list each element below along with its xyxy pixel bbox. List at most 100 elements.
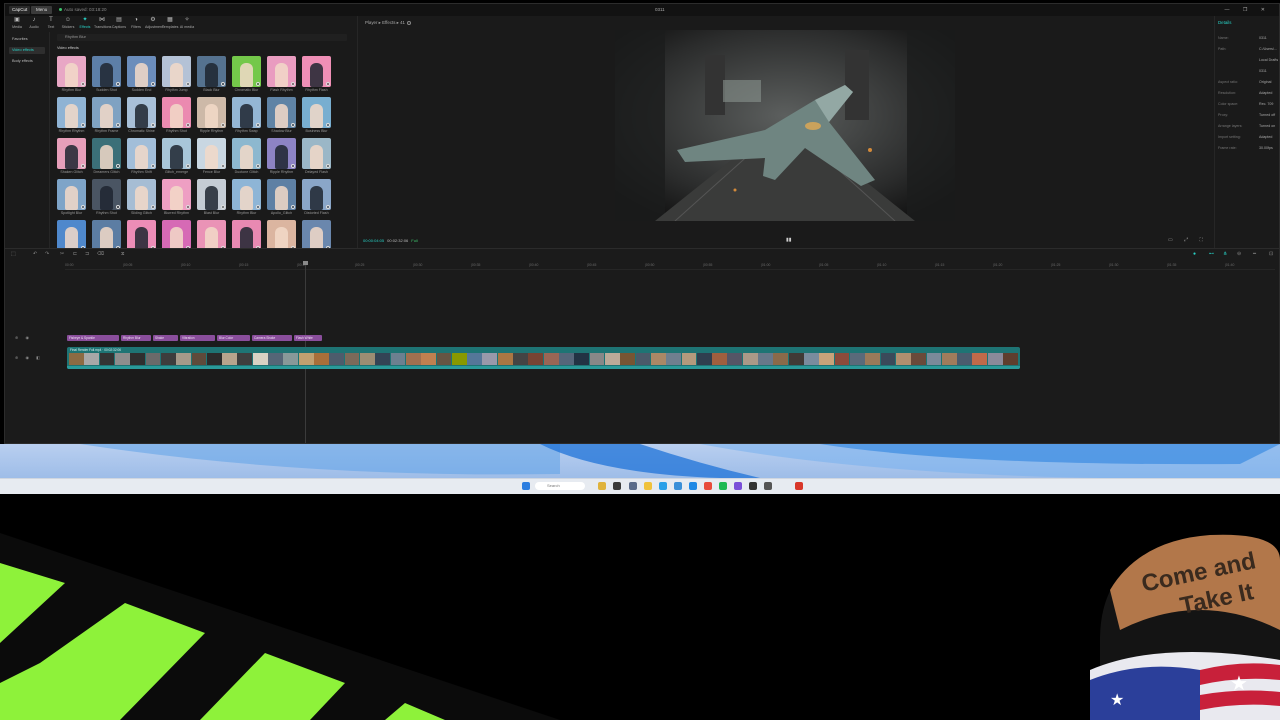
download-icon[interactable] [151, 123, 155, 127]
effect-thumbnail[interactable]: Rhythm Blur [232, 220, 261, 248]
capcut-taskbar-icon[interactable] [613, 482, 621, 490]
start-icon[interactable] [522, 482, 530, 490]
effect-thumbnail[interactable]: Delayed Flash [302, 138, 331, 178]
effect-thumbnail[interactable]: Rhythm Swap [232, 97, 261, 137]
video-track-controls[interactable]: ⊕ ◉ ◧ [15, 355, 43, 360]
effect-thumbnail[interactable]: Rhythm Jump [162, 56, 191, 96]
effect-thumbnail[interactable]: Ripple Rhythm [267, 220, 296, 248]
tool-adjustment[interactable]: ⚙ Adjustment [145, 17, 163, 31]
download-icon[interactable] [186, 164, 190, 168]
tool-filters[interactable]: ◑ Filters [128, 17, 144, 31]
tool-templates[interactable]: ▦ Templates [162, 17, 178, 31]
effect-thumbnail[interactable]: Blast Blur [197, 179, 226, 219]
timeline-ruler[interactable]: 00:00 |00:05 |00:10 |00:15 |00:20 |00:25 |00:3… [65, 263, 1275, 270]
download-icon[interactable] [291, 123, 295, 127]
discord-icon[interactable] [734, 482, 742, 490]
download-icon[interactable] [256, 164, 260, 168]
terminal-icon[interactable] [749, 482, 757, 490]
effect-thumbnail[interactable]: Rhythm Flash [302, 56, 331, 96]
effect-thumbnail[interactable]: Ripple Rhythm [197, 97, 226, 137]
download-icon[interactable] [81, 164, 85, 168]
effect-thumbnail[interactable]: Ripple Rhythm [267, 138, 296, 178]
effect-thumbnail[interactable]: Sudden End [127, 56, 156, 96]
download-icon[interactable] [81, 123, 85, 127]
chrome-icon[interactable] [704, 482, 712, 490]
download-icon[interactable] [326, 82, 330, 86]
effect-thumbnail[interactable]: Rhythm Blur [232, 179, 261, 219]
effect-thumbnail[interactable]: Shaken Glitch [57, 138, 86, 178]
effect-thumbnail[interactable]: Shadow Blur [267, 97, 296, 137]
pause-button[interactable]: ▮▮ [786, 237, 792, 243]
playhead-handle[interactable] [303, 261, 308, 265]
redo-icon[interactable]: ↷ [45, 251, 49, 257]
download-icon[interactable] [186, 205, 190, 209]
effect-thumbnail[interactable]: Rhythm Frame [92, 97, 121, 137]
category-favorites[interactable]: Favorites [9, 36, 45, 43]
effect-clip[interactable]: Camera Shake [252, 335, 292, 341]
effect-thumbnail[interactable]: Shadow Blur [302, 220, 331, 248]
download-icon[interactable] [116, 82, 120, 86]
effect-thumbnail[interactable]: Glitch_emerge [162, 138, 191, 178]
effect-thumbnail[interactable]: Rhythm Flash [162, 220, 191, 248]
effect-thumbnail[interactable]: Flash Rhythm [267, 56, 296, 96]
download-icon[interactable] [151, 205, 155, 209]
download-icon[interactable] [326, 123, 330, 127]
effect-clip[interactable]: Blur Color [217, 335, 250, 341]
download-icon[interactable] [221, 123, 225, 127]
effect-thumbnail[interactable]: Rhythm Shot [92, 179, 121, 219]
effect-clip[interactable]: Shake [153, 335, 178, 341]
effect-thumbnail[interactable]: Rhythm Rhythm [57, 97, 86, 137]
effect-thumbnail[interactable]: Fence Blur [197, 138, 226, 178]
effect-thumbnail[interactable]: Sudden End [92, 220, 121, 248]
effect-track-controls[interactable]: ⊕ ◉ [15, 335, 32, 340]
download-icon[interactable] [186, 82, 190, 86]
download-icon[interactable] [221, 82, 225, 86]
split-icon[interactable]: ✂ [60, 251, 64, 257]
effect-thumbnail[interactable]: Distorted Flash [302, 179, 331, 219]
effect-thumbnail[interactable]: Duotone Glitch [232, 138, 261, 178]
menu-button[interactable]: Menu [31, 6, 53, 14]
download-icon[interactable] [221, 164, 225, 168]
taskbar-search[interactable]: Search [535, 482, 585, 490]
download-icon[interactable] [326, 164, 330, 168]
effect-thumbnail[interactable]: Black Blur [197, 56, 226, 96]
download-icon[interactable] [81, 82, 85, 86]
spotify-icon[interactable] [719, 482, 727, 490]
tool-effects[interactable]: ✦ Effects [77, 17, 93, 31]
effect-thumbnail[interactable]: Sudden Shot [92, 56, 121, 96]
effect-thumbnail[interactable]: Shaken Glitch [197, 220, 226, 248]
zoom-fit-icon[interactable]: ⊡ [1269, 251, 1273, 257]
store-icon[interactable] [674, 482, 682, 490]
effect-thumbnail[interactable]: Apollo_Glitch [267, 179, 296, 219]
video-clip[interactable]: Final Render Full.mp4 · 00:02:32:06 [67, 347, 1020, 369]
zoom-slider-icon[interactable]: ━ [1253, 251, 1256, 257]
download-icon[interactable] [256, 82, 260, 86]
video-preview[interactable] [615, 30, 955, 221]
microphone-icon[interactable]: ● [1193, 251, 1196, 257]
tool-transitions[interactable]: ⋈ Transitions [94, 17, 111, 31]
tool-audio[interactable]: ♪ Audio [26, 17, 42, 31]
mail-icon[interactable] [689, 482, 697, 490]
resolution-badge[interactable]: Full [411, 238, 417, 243]
category-body-effects[interactable]: Body effects [9, 58, 45, 65]
link-icon[interactable]: ⊷ [1209, 251, 1214, 257]
download-icon[interactable] [291, 205, 295, 209]
effect-clip[interactable]: Fisheye & Sparkle [67, 335, 119, 341]
trim-right-icon[interactable]: ⊐ [85, 251, 89, 257]
zoom-out-icon[interactable]: ⊖ [1237, 251, 1241, 257]
download-icon[interactable] [81, 205, 85, 209]
download-icon[interactable] [151, 82, 155, 86]
download-icon[interactable] [291, 164, 295, 168]
effect-thumbnail[interactable]: Rhythm Blur [57, 220, 86, 248]
window-controls[interactable]: — ❐ ✕ [1225, 4, 1271, 16]
effect-thumbnail[interactable]: Rhythm Shift [127, 138, 156, 178]
effect-thumbnail[interactable]: Spotlight Blur [57, 179, 86, 219]
download-icon[interactable] [326, 205, 330, 209]
effect-thumbnail[interactable]: Rhythm Blur [57, 56, 86, 96]
player-view-controls[interactable]: ▭ ⤢ ⛶ [1168, 237, 1208, 243]
download-icon[interactable] [116, 164, 120, 168]
details-title[interactable]: Details [1218, 20, 1231, 25]
undo-icon[interactable]: ↶ [33, 251, 37, 257]
download-icon[interactable] [186, 123, 190, 127]
tool-ai-media[interactable]: ✧ AI media [179, 17, 195, 31]
